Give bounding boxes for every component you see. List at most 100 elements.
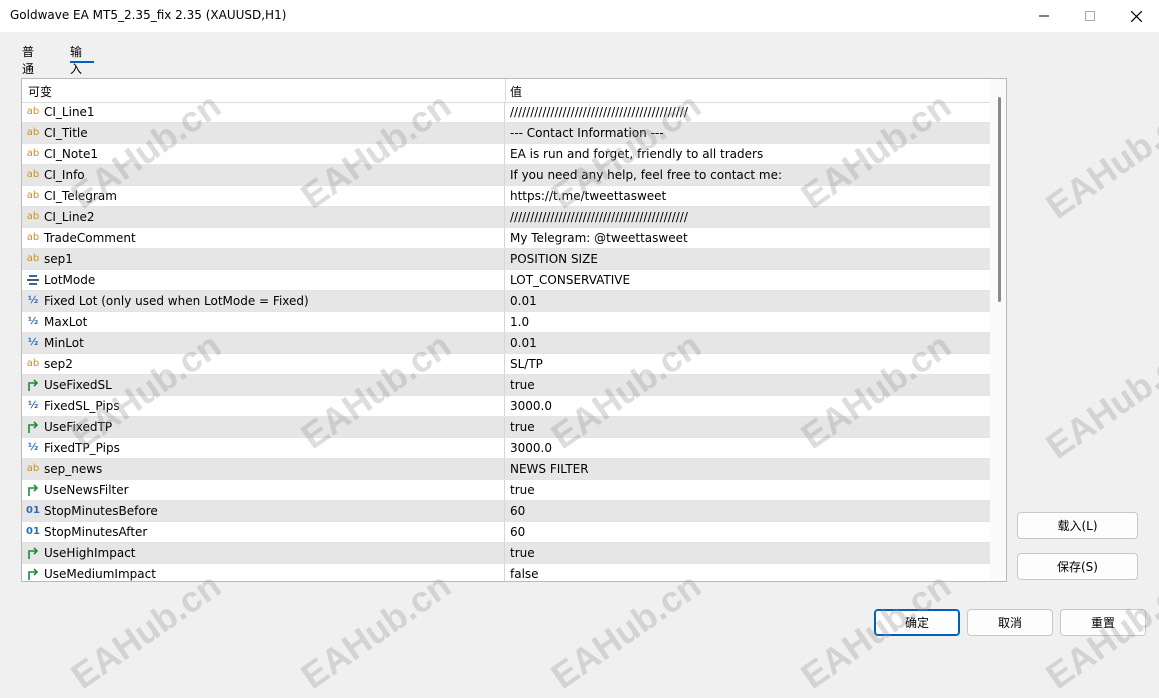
value-cell[interactable]: 60 (510, 525, 525, 539)
table-row[interactable]: 01 StopMinutesAfter 60 (22, 522, 990, 543)
tab-inputs[interactable]: 输入 (70, 43, 82, 77)
table-row[interactable]: ab sep1 POSITION SIZE (22, 249, 990, 270)
value-cell[interactable]: https://t.me/tweettasweet (510, 189, 666, 203)
table-row[interactable]: ½ MaxLot 1.0 (22, 312, 990, 333)
table-row[interactable]: ab sep2 SL/TP (22, 354, 990, 375)
value-cell[interactable]: My Telegram: @tweettasweet (510, 231, 688, 245)
table-row[interactable]: ½ MinLot 0.01 (22, 333, 990, 354)
variable-name: UseFixedSL (44, 378, 112, 392)
value-cell[interactable]: EA is run and forget, friendly to all tr… (510, 147, 763, 161)
value-cell[interactable]: 3000.0 (510, 441, 552, 455)
variable-cell: ab sep1 (22, 249, 505, 269)
minimize-button[interactable] (1021, 0, 1067, 32)
value-cell[interactable]: true (510, 420, 535, 434)
save-button[interactable]: 保存(S) (1017, 553, 1138, 580)
value-cell[interactable]: 60 (510, 504, 525, 518)
vertical-scrollbar[interactable] (990, 79, 1006, 581)
variable-cell: ab sep2 (22, 354, 505, 374)
value-cell[interactable]: SL/TP (510, 357, 543, 371)
table-row[interactable]: ½ FixedTP_Pips 3000.0 (22, 438, 990, 459)
variable-cell: ½ MaxLot (22, 312, 505, 332)
value-cell[interactable]: false (510, 567, 539, 581)
string-type-icon: ab (26, 211, 40, 222)
variable-name: CI_Title (44, 126, 88, 140)
column-header-variable[interactable]: 可变 (28, 83, 52, 100)
close-button[interactable] (1113, 0, 1159, 32)
value-cell[interactable]: NEWS FILTER (510, 462, 589, 476)
table-row[interactable]: ½ Fixed Lot (only used when LotMode = Fix… (22, 291, 990, 312)
value-cell[interactable]: true (510, 378, 535, 392)
variable-cell: ½ FixedSL_Pips (22, 396, 505, 416)
value-cell[interactable]: If you need any help, feel free to conta… (510, 168, 782, 182)
variable-cell: UseNewsFilter (22, 480, 505, 500)
table-row[interactable]: UseFixedSL true (22, 375, 990, 396)
variable-cell: ½ Fixed Lot (only used when LotMode = Fix… (22, 291, 505, 311)
variable-cell: UseHighImpact (22, 543, 505, 563)
string-type-icon: ab (26, 232, 40, 243)
ok-button[interactable]: 确定 (874, 609, 960, 636)
variable-name: TradeComment (44, 231, 136, 245)
maximize-button[interactable] (1067, 0, 1113, 32)
value-cell[interactable]: POSITION SIZE (510, 252, 598, 266)
variable-cell: ab CI_Line1 (22, 102, 505, 122)
table-row[interactable]: ab TradeComment My Telegram: @tweettasweet (22, 228, 990, 249)
variable-name: UseNewsFilter (44, 483, 129, 497)
variable-name: StopMinutesAfter (44, 525, 148, 539)
variable-name: MaxLot (44, 315, 88, 329)
table-row[interactable]: 01 StopMinutesBefore 60 (22, 501, 990, 522)
variable-name: CI_Note1 (44, 147, 98, 161)
table-row[interactable]: ½ FixedSL_Pips 3000.0 (22, 396, 990, 417)
table-row[interactable]: UseHighImpact true (22, 543, 990, 564)
table-row[interactable]: ab sep_news NEWS FILTER (22, 459, 990, 480)
scrollbar-thumb[interactable] (998, 97, 1001, 302)
cancel-button[interactable]: 取消 (967, 609, 1053, 636)
variable-cell: ab CI_Title (22, 123, 505, 143)
variable-cell: 01 StopMinutesBefore (22, 501, 505, 521)
variable-name: sep1 (44, 252, 73, 266)
value-cell[interactable]: true (510, 546, 535, 560)
double-type-icon: ½ (27, 400, 39, 411)
table-row[interactable]: ab CI_Info If you need any help, feel free… (22, 165, 990, 186)
value-cell[interactable]: 1.0 (510, 315, 529, 329)
tab-general[interactable]: 普通 (22, 43, 34, 77)
value-cell[interactable]: ////////////////////////////////////////… (510, 105, 688, 119)
load-button[interactable]: 载入(L) (1017, 512, 1138, 539)
table-row[interactable]: ab CI_Line1 //////////////////////////////… (22, 102, 990, 123)
variable-cell: UseFixedSL (22, 375, 505, 395)
string-type-icon: ab (26, 190, 40, 201)
string-type-icon: ab (26, 358, 40, 369)
variable-cell: UseMediumImpact (22, 564, 505, 581)
table-row[interactable]: UseNewsFilter true (22, 480, 990, 501)
value-cell[interactable]: true (510, 483, 535, 497)
value-cell[interactable]: --- Contact Information --- (510, 126, 664, 140)
boolean-type-icon (26, 483, 40, 497)
value-cell[interactable]: 0.01 (510, 336, 537, 350)
inputs-grid[interactable]: 可变 值 ab CI_Line1 /////////////////////////… (21, 78, 1007, 582)
string-type-icon: ab (26, 106, 40, 117)
table-row[interactable]: ab CI_Line2 //////////////////////////////… (22, 207, 990, 228)
minimize-icon (1039, 15, 1049, 17)
boolean-type-icon (26, 546, 40, 560)
grid-rows: ab CI_Line1 //////////////////////////////… (22, 102, 990, 581)
table-row[interactable]: ab CI_Note1 EA is run and forget, friendly… (22, 144, 990, 165)
table-row[interactable]: UseFixedTP true (22, 417, 990, 438)
column-header-value[interactable]: 值 (510, 83, 522, 100)
variable-name: LotMode (44, 273, 96, 287)
table-row[interactable]: ab CI_Title --- Contact Information --- (22, 123, 990, 144)
table-row[interactable]: LotMode LOT_CONSERVATIVE (22, 270, 990, 291)
variable-name: CI_Info (44, 168, 85, 182)
variable-cell: UseFixedTP (22, 417, 505, 437)
value-cell[interactable]: ////////////////////////////////////////… (510, 210, 688, 224)
value-cell[interactable]: LOT_CONSERVATIVE (510, 273, 630, 287)
variable-name: FixedTP_Pips (44, 441, 120, 455)
table-row[interactable]: UseMediumImpact false (22, 564, 990, 581)
variable-name: CI_Line2 (44, 210, 95, 224)
table-row[interactable]: ab CI_Telegram https://t.me/tweettasweet (22, 186, 990, 207)
integer-type-icon: 01 (26, 526, 40, 537)
value-cell[interactable]: 3000.0 (510, 399, 552, 413)
value-cell[interactable]: 0.01 (510, 294, 537, 308)
column-divider[interactable] (505, 79, 506, 102)
string-type-icon: ab (26, 148, 40, 159)
variable-name: CI_Telegram (44, 189, 117, 203)
reset-button[interactable]: 重置 (1060, 609, 1146, 636)
